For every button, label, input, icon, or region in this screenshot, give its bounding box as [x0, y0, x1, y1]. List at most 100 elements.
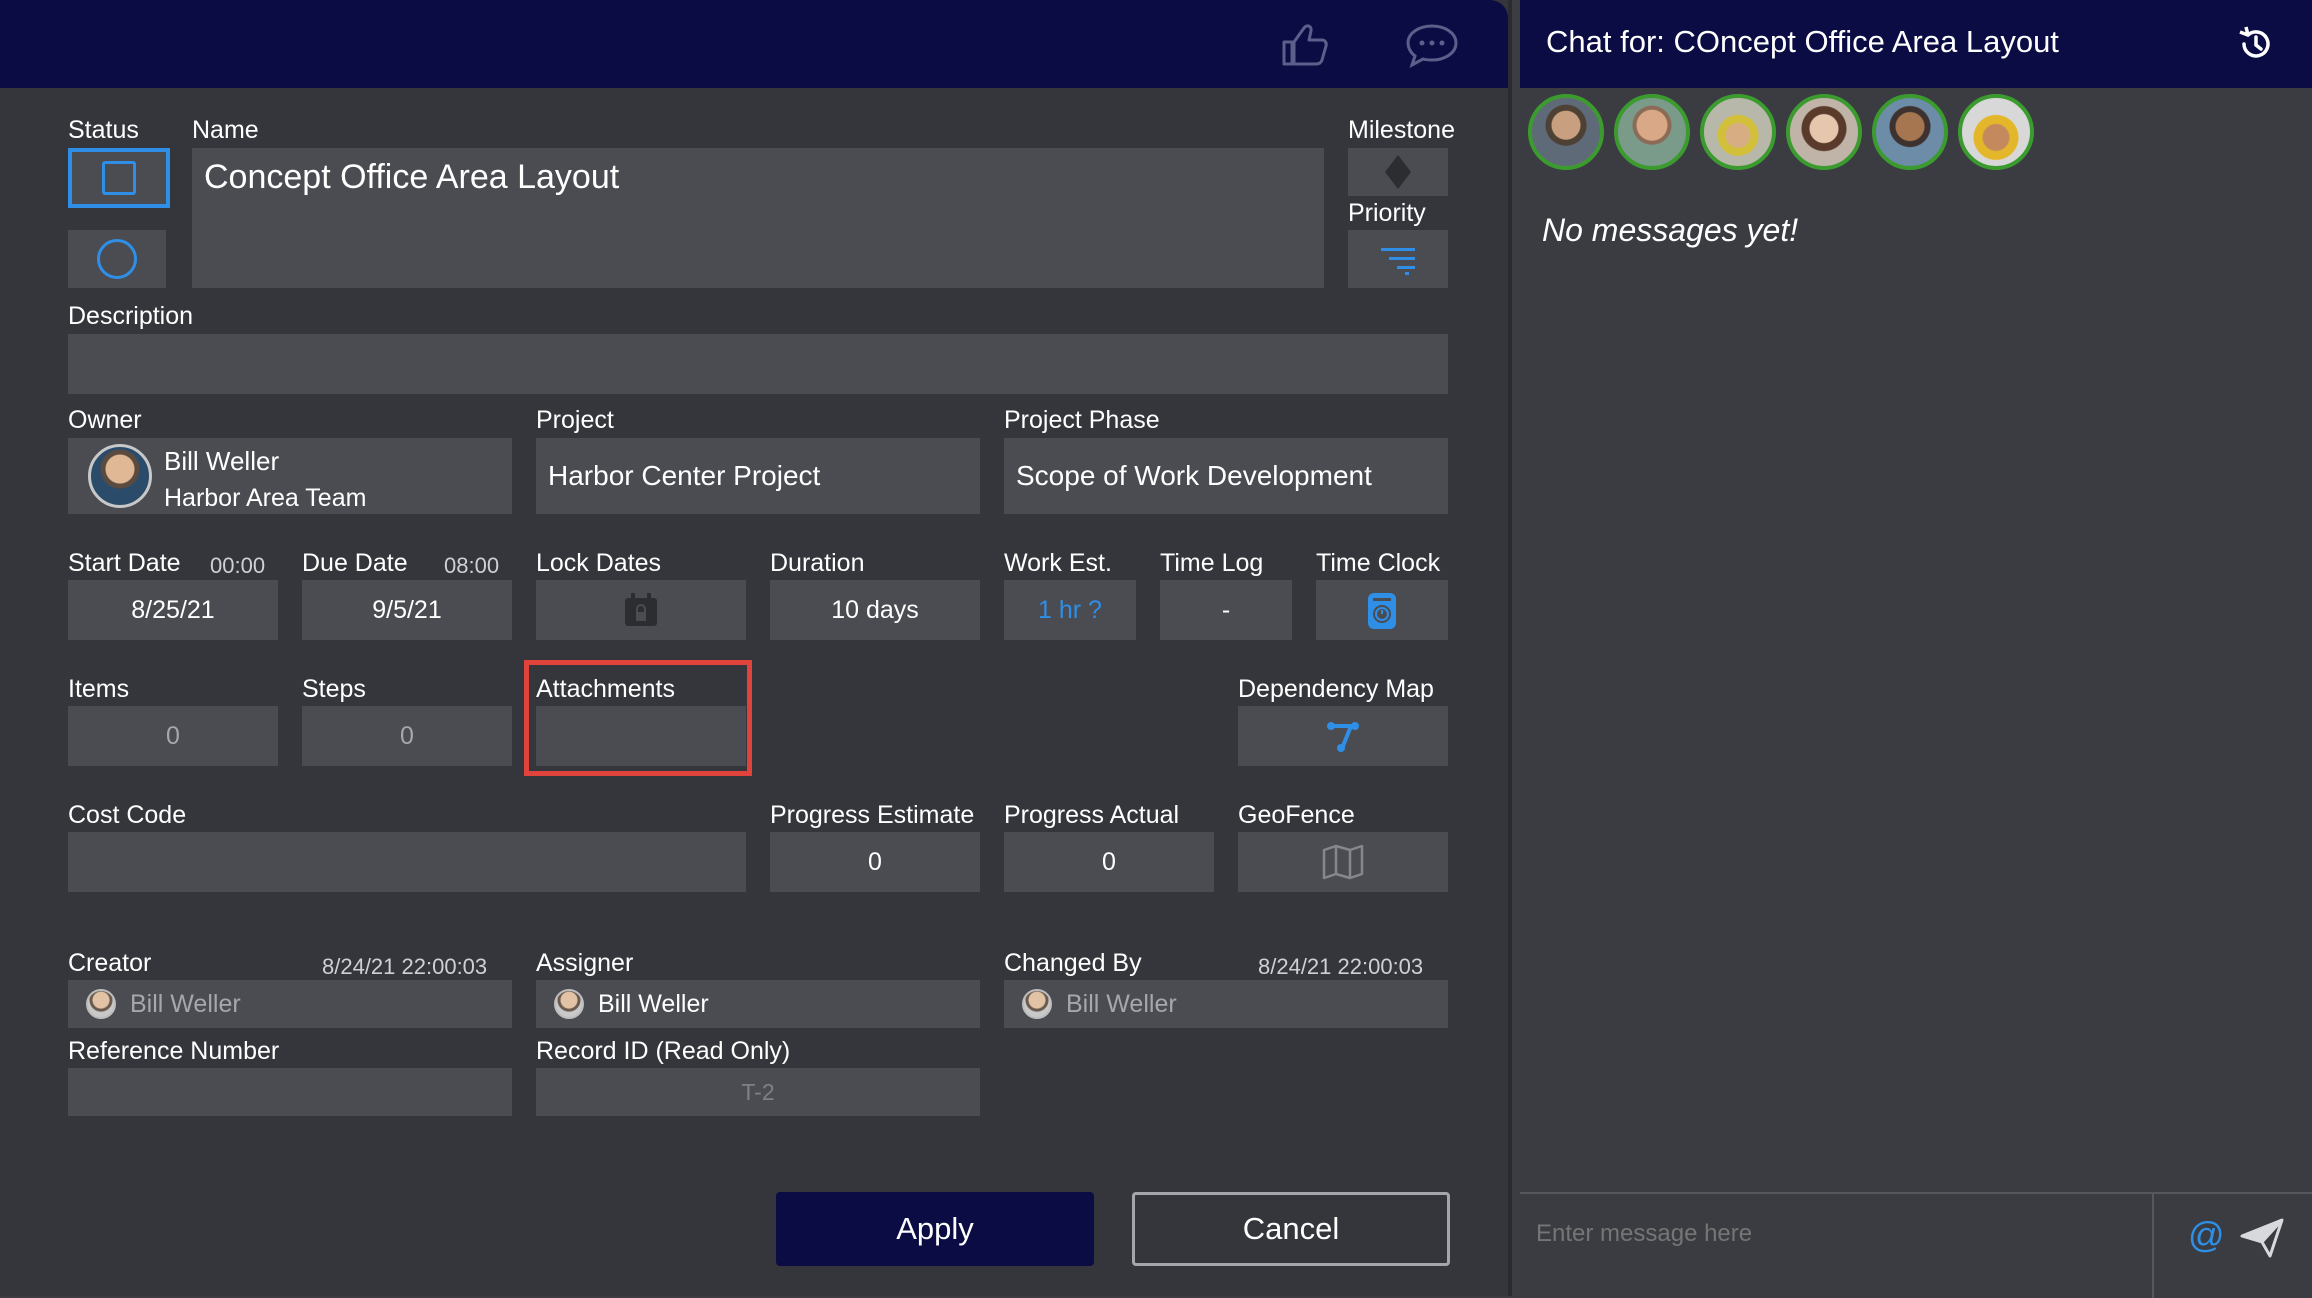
member-avatar[interactable]	[1958, 94, 2034, 170]
attachments-field[interactable]	[536, 706, 746, 766]
map-icon	[1322, 844, 1364, 880]
status-checkbox[interactable]	[68, 148, 170, 208]
chat-header: Chat for: COncept Office Area Layout	[1520, 0, 2312, 88]
owner-team: Harbor Area Team	[164, 484, 367, 512]
changed-by-field: Bill Weller	[1004, 980, 1448, 1028]
owner-avatar	[88, 444, 152, 508]
start-date-label: Start Date	[68, 549, 181, 577]
start-time[interactable]: 00:00	[210, 553, 265, 579]
time-clock-label: Time Clock	[1316, 549, 1441, 577]
progress-estimate-field[interactable]: 0	[770, 832, 980, 892]
input-divider	[2152, 1194, 2154, 1298]
items-field[interactable]: 0	[68, 706, 278, 766]
assigner-field[interactable]: Bill Weller	[536, 980, 980, 1028]
owner-name: Bill Weller	[164, 446, 280, 476]
changed-timestamp: 8/24/21 22:00:03	[1258, 954, 1424, 979]
history-icon[interactable]	[2236, 24, 2276, 64]
time-clock-button[interactable]	[1316, 580, 1448, 640]
name-label: Name	[192, 116, 259, 144]
chat-bubble-icon[interactable]	[1404, 20, 1460, 70]
empty-chat-message: No messages yet!	[1542, 212, 1799, 248]
diamond-icon	[1385, 155, 1411, 189]
stopwatch-icon	[1368, 593, 1396, 629]
member-avatar[interactable]	[1528, 94, 1604, 170]
member-avatar[interactable]	[1614, 94, 1690, 170]
apply-button[interactable]: Apply	[776, 1192, 1094, 1266]
creator-label: Creator	[68, 949, 152, 977]
dialog-header	[0, 0, 1508, 88]
due-date-label: Due Date	[302, 549, 408, 577]
assigner-label: Assigner	[536, 949, 634, 977]
duration-label: Duration	[770, 549, 865, 577]
message-input[interactable]	[1534, 1208, 2128, 1260]
send-icon[interactable]	[2240, 1218, 2284, 1258]
project-phase-selector[interactable]: Scope of Work Development	[1004, 438, 1448, 514]
circle-icon	[97, 239, 137, 279]
milestone-label: Milestone	[1348, 116, 1455, 144]
cost-code-label: Cost Code	[68, 801, 187, 829]
changed-by-avatar	[1022, 989, 1052, 1019]
status-radio[interactable]	[68, 230, 166, 288]
steps-field[interactable]: 0	[302, 706, 512, 766]
progress-actual-field[interactable]: 0	[1004, 832, 1214, 892]
cost-code-input[interactable]	[68, 832, 746, 892]
member-avatar[interactable]	[1872, 94, 1948, 170]
priority-selector[interactable]	[1348, 230, 1448, 288]
assigner-name: Bill Weller	[598, 989, 709, 1018]
geofence-button[interactable]	[1238, 832, 1448, 892]
priority-label: Priority	[1348, 199, 1426, 227]
steps-label: Steps	[302, 675, 366, 703]
cancel-button[interactable]: Cancel	[1132, 1192, 1450, 1266]
reference-number-label: Reference Number	[68, 1037, 280, 1065]
member-avatar[interactable]	[1786, 94, 1862, 170]
creator-field: Bill Weller	[68, 980, 512, 1028]
project-selector[interactable]: Harbor Center Project	[536, 438, 980, 514]
record-id-field: T-2	[536, 1068, 980, 1116]
work-est-field[interactable]: 1 hr ?	[1004, 580, 1136, 640]
progress-estimate-label: Progress Estimate	[770, 801, 975, 829]
lock-dates-label: Lock Dates	[536, 549, 662, 577]
mention-button[interactable]: @	[2188, 1214, 2225, 1256]
items-label: Items	[68, 675, 130, 703]
duration-field[interactable]: 10 days	[770, 580, 980, 640]
owner-selector[interactable]: Bill Weller Harbor Area Team	[68, 438, 512, 514]
owner-label: Owner	[68, 406, 142, 434]
time-log-label: Time Log	[1160, 549, 1264, 577]
time-log-field[interactable]: -	[1160, 580, 1292, 640]
task-dialog: Status Name Milestone Concept Office Are…	[0, 0, 1512, 1296]
lock-dates-toggle[interactable]	[536, 580, 746, 640]
dependency-icon	[1327, 722, 1359, 752]
description-input[interactable]	[68, 334, 1448, 394]
creator-timestamp: 8/24/21 22:00:03	[322, 954, 488, 979]
changed-by-label: Changed By	[1004, 949, 1142, 977]
priority-filter-icon	[1381, 248, 1415, 275]
project-phase-label: Project Phase	[1004, 406, 1160, 434]
start-date-field[interactable]: 8/25/21	[68, 580, 278, 640]
attachments-label: Attachments	[536, 675, 675, 703]
creator-name: Bill Weller	[130, 989, 241, 1018]
status-label: Status	[68, 116, 139, 144]
progress-actual-label: Progress Actual	[1004, 801, 1180, 829]
chat-panel: Chat for: COncept Office Area Layout No …	[1520, 0, 2312, 1298]
description-label: Description	[68, 302, 194, 330]
reference-number-input[interactable]	[68, 1068, 512, 1116]
geofence-label: GeoFence	[1238, 801, 1355, 829]
dependency-map-button[interactable]	[1238, 706, 1448, 766]
creator-avatar	[86, 989, 116, 1019]
thumbs-up-icon[interactable]	[1278, 20, 1334, 70]
changed-by-name: Bill Weller	[1066, 989, 1177, 1018]
checkbox-square-icon	[102, 161, 136, 195]
milestone-toggle[interactable]	[1348, 148, 1448, 196]
dependency-map-label: Dependency Map	[1238, 675, 1434, 703]
calendar-lock-icon	[625, 593, 657, 626]
due-time[interactable]: 08:00	[444, 553, 499, 579]
chat-input-bar: @	[1520, 1192, 2312, 1298]
assigner-avatar	[554, 989, 584, 1019]
record-id-label: Record ID (Read Only)	[536, 1037, 791, 1065]
member-avatar[interactable]	[1700, 94, 1776, 170]
due-date-field[interactable]: 9/5/21	[302, 580, 512, 640]
project-label: Project	[536, 406, 614, 434]
chat-title: Chat for: COncept Office Area Layout	[1546, 24, 2059, 59]
work-est-label: Work Est.	[1004, 549, 1112, 577]
name-input[interactable]: Concept Office Area Layout	[192, 148, 1324, 288]
